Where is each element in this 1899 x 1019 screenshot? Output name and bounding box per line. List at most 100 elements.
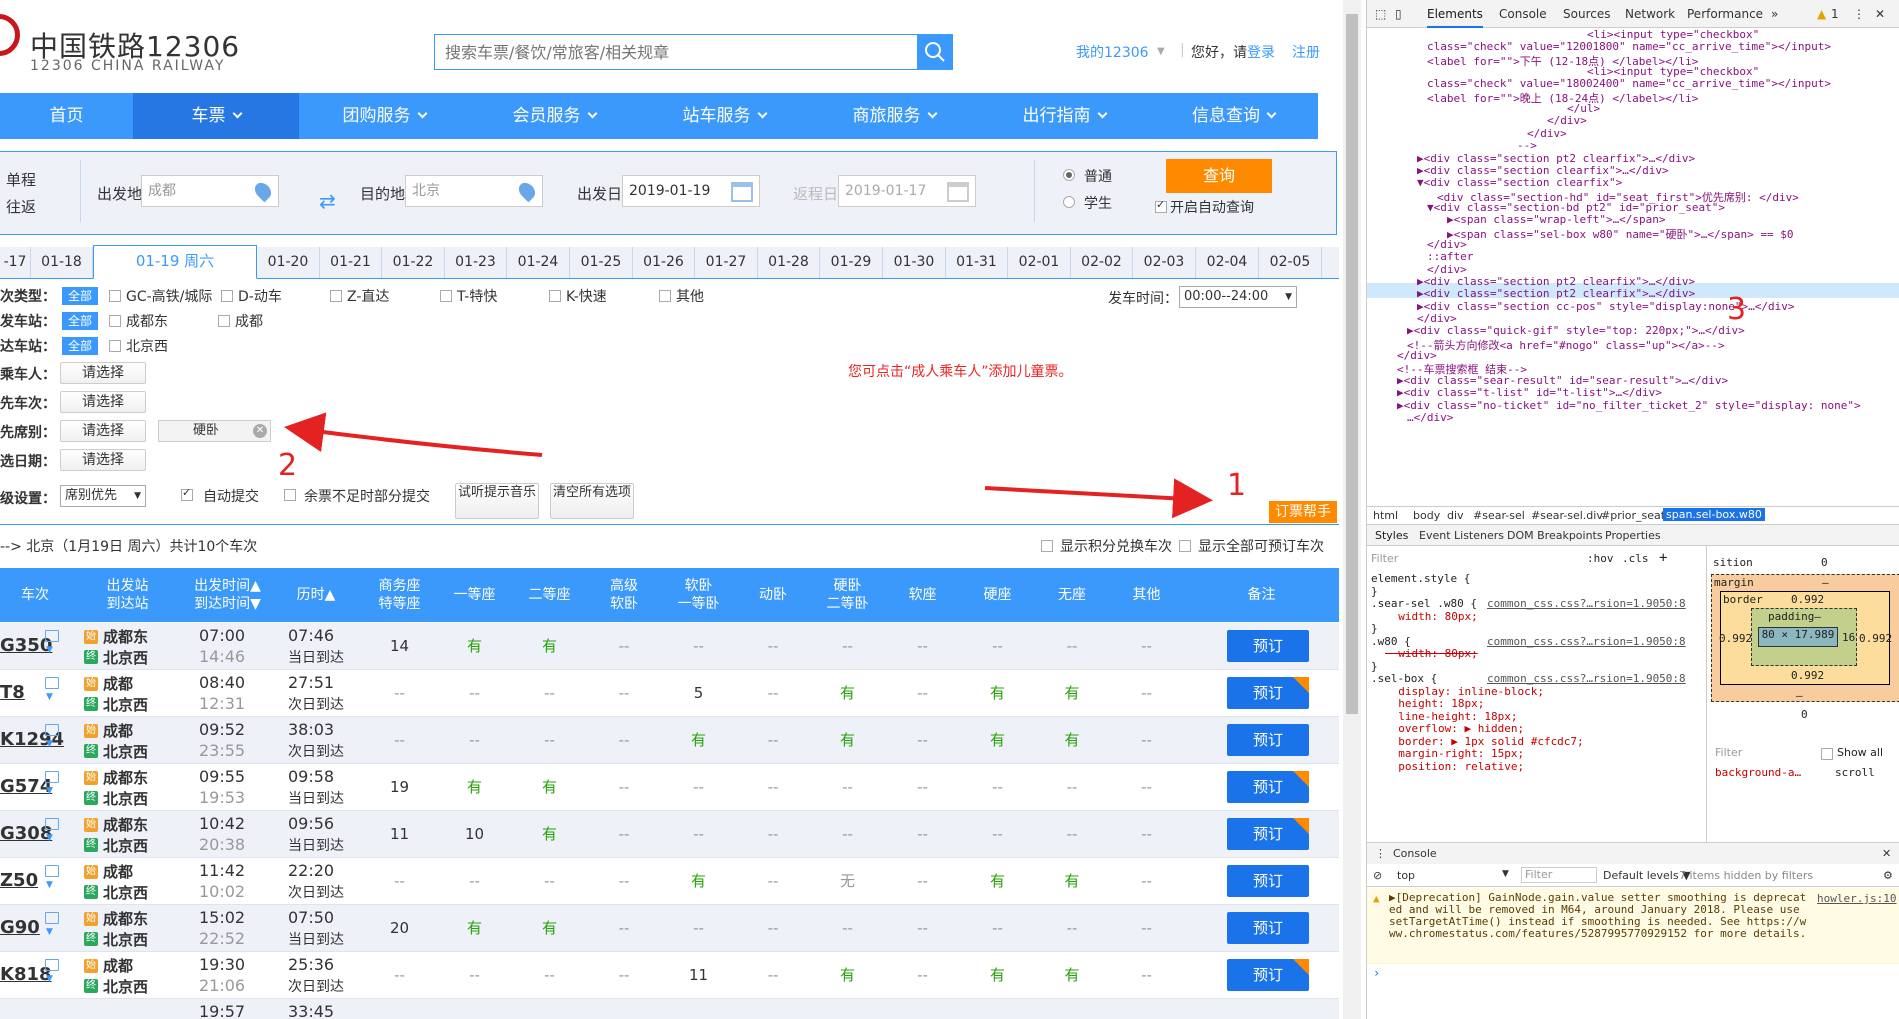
inspect-icon[interactable]: ⬚ — [1375, 7, 1386, 21]
console-prompt[interactable]: › — [1373, 966, 1380, 980]
hov-toggle[interactable]: :hov — [1587, 552, 1614, 565]
box-value: – — [1822, 576, 1829, 589]
code-line[interactable]: </div> — [1417, 312, 1457, 325]
code-line[interactable]: class="check" value="18002400" name="cc_… — [1427, 77, 1831, 90]
code-line[interactable]: ▶<div class="section pt2 clearfix">…</di… — [1417, 287, 1695, 300]
css-declaration[interactable]: overflow: ▶ hidden; — [1385, 722, 1524, 735]
close-icon[interactable]: ✕ — [1882, 847, 1891, 860]
tab-sources[interactable]: Sources — [1563, 7, 1610, 21]
show-all-checkbox[interactable] — [1821, 748, 1833, 760]
css-declaration[interactable]: margin-right: 15px; — [1385, 747, 1524, 760]
code-line[interactable]: </div> — [1527, 127, 1567, 140]
css-declaration[interactable]: line-height: 18px; — [1385, 710, 1517, 723]
code-line[interactable]: ▶<div class="quick-gif" style="top: 220p… — [1407, 324, 1745, 337]
box-value: 0.992 — [1859, 632, 1893, 645]
code-line[interactable]: <li><input type="checkbox" — [1587, 65, 1759, 78]
levels-select[interactable]: Default levels ▼ — [1603, 869, 1691, 882]
breadcrumb-item[interactable]: span.sel-box.w80 — [1663, 508, 1765, 521]
chevron-down-icon: ▼ — [1502, 869, 1509, 879]
styles-filter[interactable]: Filter — [1371, 552, 1398, 565]
code-line[interactable]: ▶<span class="wrap-left">…</span> — [1447, 213, 1666, 226]
breadcrumb-item[interactable]: div — [1447, 509, 1464, 522]
css-declaration[interactable]: border: ▶ 1px solid #cfcdc7; — [1385, 735, 1583, 748]
code-line[interactable]: ▼<div class="section-bd pt2" id="prior_s… — [1427, 201, 1725, 214]
css-source-link[interactable]: common_css.css?…rsion=1.9050:8 — [1487, 635, 1686, 648]
css-selector[interactable]: .w80 { — [1371, 635, 1411, 648]
code-line[interactable]: <label for="">晚上 (18-24点) </label></li> — [1427, 90, 1698, 106]
code-line[interactable]: </div> — [1427, 263, 1467, 276]
css-source-link[interactable]: common_css.css?…rsion=1.9050:8 — [1487, 597, 1686, 610]
code-line[interactable]: ▶<div class="section pt2 clearfix">…</di… — [1417, 152, 1695, 165]
code-line[interactable]: ▶<div class="section clearfix">…</div> — [1417, 164, 1669, 177]
subtab-styles[interactable]: Styles — [1375, 529, 1408, 542]
annotation-label-3: 3 — [1727, 292, 1747, 327]
code-line[interactable]: ▶<div class="section pt2 clearfix">…</di… — [1417, 275, 1695, 288]
menu-icon[interactable]: ⋮ — [1853, 7, 1865, 21]
code-line[interactable]: ▶<div class="t-list" id="t-list">…</div> — [1397, 386, 1662, 399]
css-selector[interactable]: } — [1371, 622, 1378, 635]
code-line[interactable]: ▶<div class="no-ticket" id="no_filter_ti… — [1397, 399, 1861, 412]
console-filter[interactable]: Filter — [1521, 867, 1597, 883]
css-source-link[interactable]: common_css.css?…rsion=1.9050:8 — [1487, 672, 1686, 685]
tab-more[interactable]: » — [1771, 7, 1778, 21]
devtools-tabbar: ⬚ ▯ Elements Console Sources Network Per… — [1367, 0, 1899, 28]
code-line[interactable]: ::after — [1427, 250, 1473, 263]
clear-icon[interactable]: ⊘ — [1373, 869, 1382, 882]
css-selector[interactable]: .sel-box { — [1371, 672, 1437, 685]
annotation-arrow-1 — [984, 478, 1213, 519]
code-line[interactable]: ▶<span class="sel-box w80" name="硬卧">…</… — [1447, 226, 1794, 242]
code-line[interactable]: <!--箭头方向修改<a href="#nogo" class="up"></a… — [1407, 337, 1725, 353]
computed-filter[interactable]: Filter — [1715, 746, 1742, 759]
breadcrumb-item[interactable]: html — [1373, 509, 1398, 522]
box-position-label: sition — [1713, 556, 1753, 569]
css-selector[interactable]: .sear-sel .w80 { — [1371, 597, 1477, 610]
computed-prop[interactable]: background-a… — [1715, 766, 1801, 779]
subtab-listeners[interactable]: Event Listeners — [1419, 529, 1504, 542]
css-declaration[interactable]: display: inline-block; — [1385, 685, 1544, 698]
code-line[interactable]: --> — [1517, 139, 1537, 152]
box-value: 0.992 — [1791, 669, 1825, 682]
code-line[interactable]: </ul> — [1567, 102, 1600, 115]
code-line[interactable]: </div> — [1547, 114, 1587, 127]
scrollbar-thumb[interactable] — [1346, 14, 1358, 714]
warning-icon: ▲ — [1817, 7, 1827, 21]
context-select[interactable]: top — [1397, 869, 1415, 882]
box-padding-label: padding– — [1768, 610, 1821, 623]
code-line[interactable]: ▶<div class="sear-result" id="sear-resul… — [1397, 374, 1728, 387]
css-declaration[interactable]: position: relative; — [1385, 760, 1524, 773]
css-declaration[interactable]: width: 80px; — [1385, 647, 1477, 660]
css-selector[interactable]: } — [1371, 585, 1378, 598]
code-line[interactable]: ▼<div class="section clearfix"> — [1417, 176, 1622, 189]
css-declaration[interactable]: height: 18px; — [1385, 697, 1484, 710]
css-declaration[interactable]: width: 80px; — [1385, 610, 1477, 623]
gear-icon[interactable]: ⚙ — [1883, 869, 1893, 882]
code-line[interactable]: </div> — [1427, 238, 1467, 251]
webpage: 中国铁路12306 12306 CHINA RAILWAY 我的12306 ▼ … — [0, 0, 1580, 1019]
tab-performance[interactable]: Performance — [1687, 7, 1763, 21]
tab-network[interactable]: Network — [1625, 7, 1675, 21]
close-icon[interactable]: ✕ — [1875, 7, 1885, 21]
console-drawer-tab[interactable]: Console — [1393, 847, 1437, 860]
code-line[interactable]: </div> — [1397, 349, 1437, 362]
elements-tree: <li><input type="checkbox" class="check" … — [1367, 28, 1899, 506]
breadcrumb-item[interactable]: #sear-sel.div — [1531, 509, 1603, 522]
menu-icon[interactable]: ⋮ — [1375, 847, 1386, 860]
breadcrumb-item[interactable]: body — [1413, 509, 1440, 522]
css-selector[interactable]: element.style { — [1371, 572, 1470, 585]
add-rule-icon[interactable]: + — [1659, 550, 1667, 566]
breadcrumb-item[interactable]: #prior_seat — [1601, 509, 1665, 522]
cls-toggle[interactable]: .cls — [1622, 552, 1649, 565]
css-selector[interactable]: } — [1371, 660, 1378, 673]
breadcrumb-item[interactable]: #sear-sel — [1473, 509, 1525, 522]
device-icon[interactable]: ▯ — [1395, 7, 1402, 21]
code-line[interactable]: …</div> — [1407, 411, 1453, 424]
box-value: 16 — [1842, 631, 1856, 644]
styles-pane: Filter :hov .cls + element.style {} .sear… — [1367, 546, 1707, 842]
subtab-dom-breakpoints[interactable]: DOM Breakpoints — [1507, 529, 1603, 542]
tab-console[interactable]: Console — [1499, 7, 1547, 21]
code-line[interactable]: class="check" value="12001800" name="cc_… — [1427, 40, 1831, 53]
tab-elements[interactable]: Elements — [1427, 7, 1483, 28]
subtab-properties[interactable]: Properties — [1605, 529, 1661, 542]
warning-source-link[interactable]: howler.js:10 — [1817, 892, 1896, 905]
code-line[interactable]: <li><input type="checkbox" — [1587, 28, 1759, 41]
